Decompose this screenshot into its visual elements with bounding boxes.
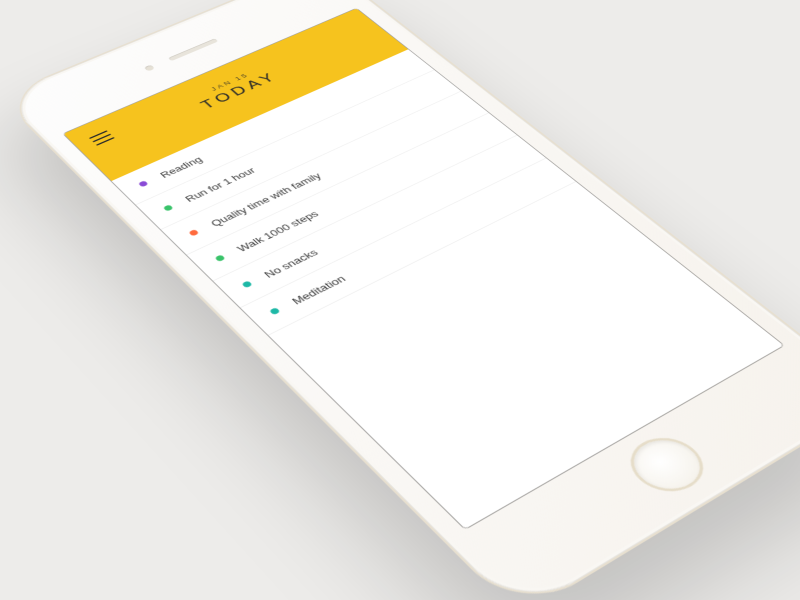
task-dot: [269, 307, 281, 315]
task-dot: [241, 280, 252, 288]
phone-mockup: JAN 15 TODAY Reading Run for 1 hour Qual…: [0, 0, 800, 600]
task-dot: [214, 254, 225, 262]
task-dot: [163, 204, 174, 211]
task-dot: [188, 229, 199, 236]
menu-icon[interactable]: [89, 130, 115, 145]
task-dot: [138, 180, 149, 187]
task-label: Reading: [157, 155, 204, 180]
stage: JAN 15 TODAY Reading Run for 1 hour Qual…: [0, 0, 800, 600]
